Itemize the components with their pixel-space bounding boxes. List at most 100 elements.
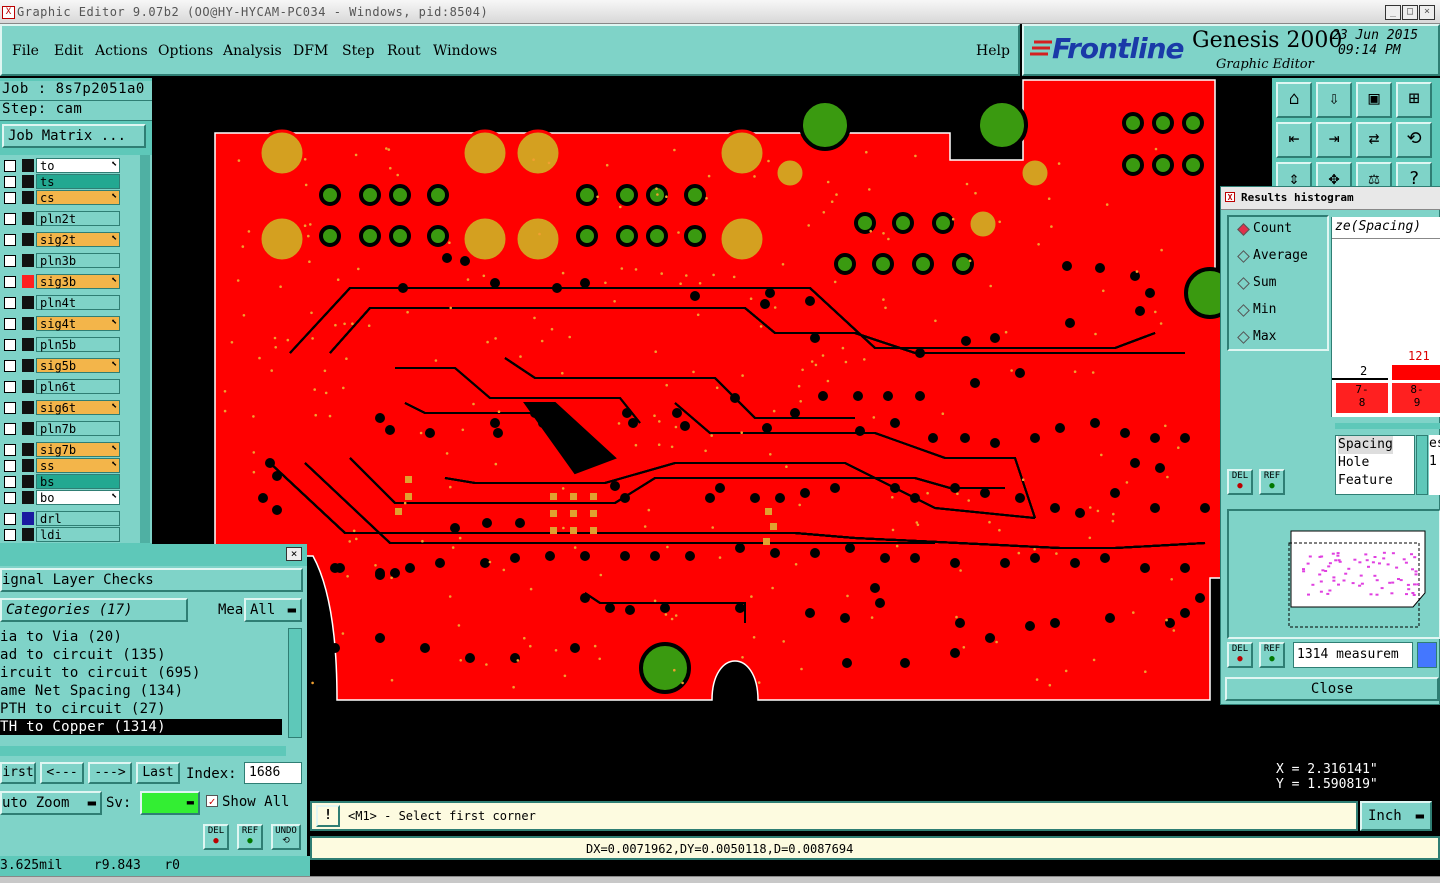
- maximize-button[interactable]: □: [1402, 5, 1418, 20]
- layer-checkbox[interactable]: [4, 444, 16, 456]
- layer-row-sig4t[interactable]: sig4t ⬉: [2, 316, 120, 332]
- import-icon[interactable]: ⇩: [1316, 82, 1352, 118]
- layer-name[interactable]: cs ⬉: [36, 190, 120, 205]
- criteria-spacing[interactable]: Spacing: [1338, 436, 1393, 454]
- category-item-selected[interactable]: TH to Copper (1314): [0, 719, 282, 735]
- category-item[interactable]: PTH to circuit (27): [0, 701, 166, 717]
- layer-checkbox[interactable]: [4, 255, 16, 267]
- layer-color-indicator[interactable]: [22, 380, 34, 393]
- layer-name[interactable]: sig2t ⬉: [36, 232, 120, 247]
- menu-analysis[interactable]: Analysis: [223, 43, 282, 59]
- layer-name[interactable]: ts: [36, 174, 120, 189]
- layer-row-pln3b[interactable]: pln3b: [2, 253, 120, 269]
- sv-color-dropdown[interactable]: ▬: [140, 791, 200, 815]
- categories-button[interactable]: Categories (17): [0, 598, 188, 622]
- radio-max[interactable]: Max: [1237, 329, 1276, 344]
- layer-checkbox[interactable]: [4, 381, 16, 393]
- bin-label-1[interactable]: 7- 8: [1336, 383, 1388, 413]
- menu-file[interactable]: File: [12, 43, 39, 59]
- layer-name[interactable]: bs: [36, 474, 120, 489]
- menu-options[interactable]: Options: [158, 43, 213, 59]
- layer-row-drl[interactable]: drl: [2, 511, 120, 527]
- category-scrollbar[interactable]: [288, 628, 302, 738]
- layer-color-indicator[interactable]: [22, 296, 34, 309]
- layer-checkbox[interactable]: [4, 234, 16, 246]
- menu-actions[interactable]: Actions: [95, 43, 148, 59]
- grid-icon[interactable]: ⊞: [1396, 82, 1432, 118]
- layer-color-indicator[interactable]: [22, 443, 34, 456]
- layer-checkbox[interactable]: [4, 213, 16, 225]
- window-icon[interactable]: ▣: [1356, 82, 1392, 118]
- criteria-feature[interactable]: Feature: [1338, 472, 1414, 490]
- layer-name[interactable]: pln7b: [36, 421, 120, 436]
- layer-name[interactable]: sig5b ⬉: [36, 358, 120, 373]
- layer-checkbox[interactable]: [4, 460, 16, 472]
- layer-color-indicator[interactable]: [22, 317, 34, 330]
- meas-dropdown[interactable]: All ▬: [244, 598, 302, 622]
- checks-undo-button[interactable]: UNDO ⟲: [271, 824, 301, 850]
- warning-icon[interactable]: !: [316, 805, 340, 827]
- index-input[interactable]: 1686: [244, 762, 302, 784]
- layer-checkbox[interactable]: [4, 476, 16, 488]
- menu-help[interactable]: Help: [976, 43, 1010, 59]
- preview-del-button[interactable]: DEL ●: [1227, 642, 1253, 668]
- layer-name[interactable]: sig3b ⬉: [36, 274, 120, 289]
- layer-row-pln5b[interactable]: pln5b: [2, 337, 120, 353]
- category-item[interactable]: ircuit to circuit (695): [0, 665, 201, 681]
- layer-name[interactable]: bo ⬉: [36, 490, 120, 505]
- preview-ref-button[interactable]: REF ●: [1259, 642, 1285, 668]
- radio-min[interactable]: Min: [1237, 302, 1276, 317]
- layer-row-cs[interactable]: cs ⬉: [2, 190, 120, 206]
- layer-color-indicator[interactable]: [22, 475, 34, 488]
- layer-row-sig7b[interactable]: sig7b ⬉: [2, 442, 120, 458]
- layer-color-indicator[interactable]: [22, 233, 34, 246]
- layer-checkbox[interactable]: [4, 339, 16, 351]
- radio-sum[interactable]: Sum: [1237, 275, 1276, 290]
- previous-button[interactable]: <---: [40, 762, 84, 784]
- layer-color-indicator[interactable]: [22, 275, 34, 288]
- layer-name[interactable]: sig4t ⬉: [36, 316, 120, 331]
- menu-windows[interactable]: Windows: [433, 43, 497, 59]
- layer-row-sig5b[interactable]: sig5b ⬉: [2, 358, 120, 374]
- layer-name[interactable]: pln6t: [36, 379, 120, 394]
- layer-color-indicator[interactable]: [22, 338, 34, 351]
- layer-row-ss[interactable]: ss ⬉: [2, 458, 120, 474]
- layer-color-indicator[interactable]: [22, 359, 34, 372]
- layer-checkbox[interactable]: [4, 297, 16, 309]
- category-item[interactable]: ia to Via (20): [0, 629, 122, 645]
- layer-checkbox[interactable]: [4, 160, 16, 172]
- zoom-mode-dropdown[interactable]: uto Zoom ▬: [0, 791, 102, 815]
- job-matrix-button[interactable]: Job Matrix ...: [2, 124, 146, 148]
- criteria-hole[interactable]: Hole: [1338, 454, 1414, 472]
- layer-row-bo[interactable]: bo ⬉: [2, 490, 120, 506]
- layer-color-indicator[interactable]: [22, 512, 34, 525]
- zoom-home-icon[interactable]: ⌂: [1276, 82, 1312, 118]
- close-icon[interactable]: X: [1225, 192, 1235, 202]
- minimize-button[interactable]: _: [1385, 5, 1401, 20]
- menu-rout[interactable]: Rout: [387, 43, 421, 59]
- layer-color-indicator[interactable]: [22, 159, 34, 172]
- layer-name[interactable]: to ⬉: [36, 158, 120, 173]
- layer-name[interactable]: sig6t ⬉: [36, 400, 120, 415]
- layer-color-indicator[interactable]: [22, 491, 34, 504]
- layer-checkbox[interactable]: [4, 513, 16, 525]
- bin-label-2[interactable]: 8- 9: [1392, 383, 1440, 413]
- menu-dfm[interactable]: DFM: [293, 43, 328, 59]
- histogram-close-button[interactable]: Close: [1225, 677, 1439, 701]
- layer-row-bs[interactable]: bs: [2, 474, 120, 490]
- layer-checkbox[interactable]: [4, 192, 16, 204]
- radio-count[interactable]: Count: [1237, 221, 1292, 236]
- menu-step[interactable]: Step: [342, 43, 374, 59]
- layer-checkbox[interactable]: [4, 176, 16, 188]
- layer-checkbox[interactable]: [4, 529, 16, 541]
- layer-checkbox[interactable]: [4, 492, 16, 504]
- layer-color-indicator[interactable]: [22, 528, 34, 541]
- layer-row-to[interactable]: to ⬉: [2, 158, 120, 174]
- color-icon[interactable]: [1417, 642, 1437, 668]
- criteria-scrollbar[interactable]: [1416, 435, 1428, 495]
- last-button[interactable]: Last: [136, 762, 180, 784]
- checks-ref-button[interactable]: REF ●: [237, 824, 263, 850]
- layer-name[interactable]: pln2t: [36, 211, 120, 226]
- checks-close-icon[interactable]: ×: [286, 547, 302, 561]
- layer-name[interactable]: pln5b: [36, 337, 120, 352]
